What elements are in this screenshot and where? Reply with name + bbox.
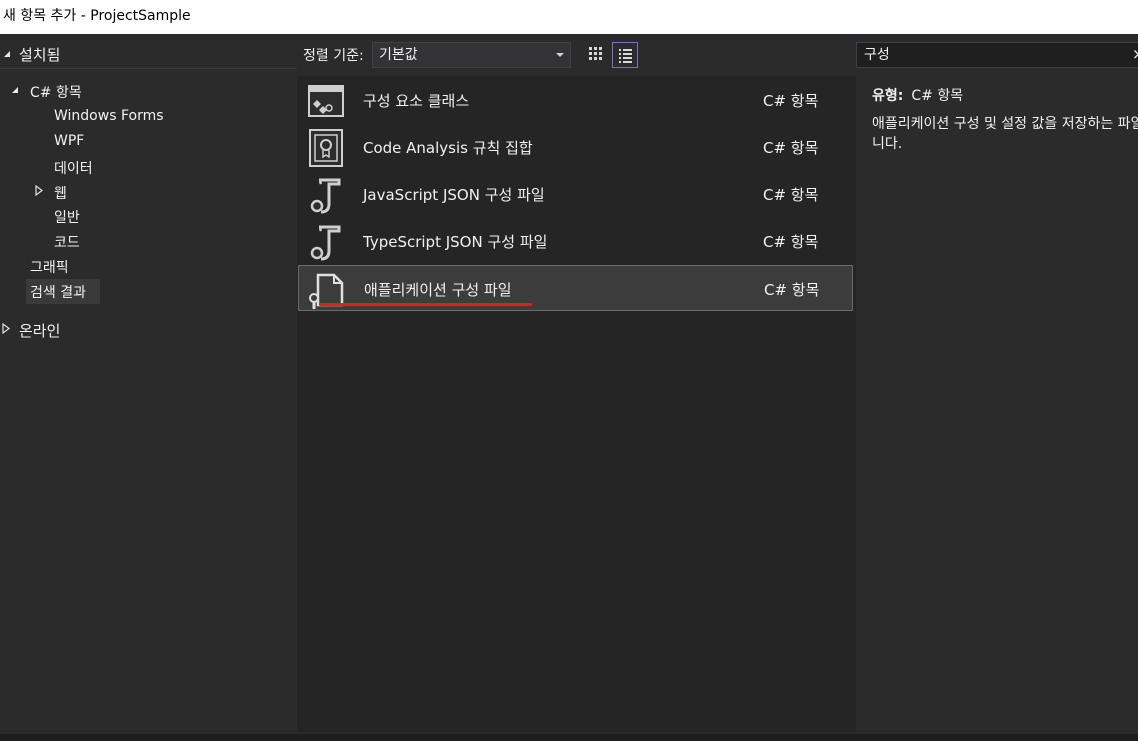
sort-toolbar: 정렬 기준: 기본값	[297, 34, 856, 76]
collapse-arrow-icon[interactable]	[4, 51, 10, 57]
item-category: C# 항목	[763, 92, 819, 110]
list-view-icon	[619, 49, 632, 63]
chevron-down-icon	[556, 53, 564, 57]
item-category: C# 항목	[763, 139, 819, 157]
installed-header[interactable]: 설치됨	[0, 38, 297, 68]
tree-node-search-results[interactable]: 검색 결과	[26, 279, 100, 304]
list-item-selected[interactable]: 애플리케이션 구성 파일 C# 항목	[298, 265, 853, 311]
json-config-icon	[310, 225, 341, 261]
tree-node-online[interactable]: 온라인	[0, 318, 297, 340]
tree-label: 온라인	[19, 322, 61, 340]
template-tree-pane: 설치됨 C# 항목 Windows Forms WPF 데이터 웹 일반 코드 …	[0, 34, 297, 734]
tree-node-general[interactable]: 일반	[54, 207, 80, 227]
item-name: JavaScript JSON 구성 파일	[363, 186, 545, 204]
search-value: 구성	[864, 47, 890, 63]
window-title: 새 항목 추가 - ProjectSample	[3, 8, 191, 24]
sort-label: 정렬 기준:	[303, 48, 364, 64]
list-item[interactable]: JavaScript JSON 구성 파일 C# 항목	[298, 171, 853, 217]
ruleset-icon	[309, 129, 343, 167]
item-name: 애플리케이션 구성 파일	[364, 281, 512, 299]
item-category: C# 항목	[763, 186, 819, 204]
tree-node-windows-forms[interactable]: Windows Forms	[54, 108, 164, 124]
tree-node-csharp[interactable]: C# 항목	[0, 80, 297, 102]
bottom-border	[0, 734, 1138, 741]
json-config-icon	[310, 178, 341, 214]
item-category: C# 항목	[763, 233, 819, 251]
list-item[interactable]: Code Analysis 규칙 집합 C# 항목	[298, 124, 853, 170]
details-pane: 구성 × 유형: C# 항목 애플리케이션 구성 및 설정 값을 저장하는 파일입…	[856, 34, 1138, 734]
item-description: 애플리케이션 구성 및 설정 값을 저장하는 파일입니다.	[872, 116, 1138, 152]
sort-dropdown[interactable]: 기본값	[372, 42, 571, 68]
search-input[interactable]: 구성	[856, 42, 1138, 68]
item-type: 유형: C# 항목	[872, 85, 963, 105]
list-view-button[interactable]	[612, 42, 638, 68]
item-name: Code Analysis 규칙 집합	[363, 139, 533, 157]
list-item[interactable]: 구성 요소 클래스 C# 항목	[298, 77, 853, 123]
expand-arrow-icon[interactable]	[2, 323, 10, 334]
item-category: C# 항목	[764, 281, 820, 299]
tree-node-code[interactable]: 코드	[54, 232, 80, 252]
type-value: C# 항목	[911, 88, 964, 104]
tree-node-wpf[interactable]: WPF	[54, 133, 84, 149]
item-name: TypeScript JSON 구성 파일	[363, 233, 548, 251]
highlight-underline	[319, 303, 532, 306]
collapse-arrow-icon[interactable]	[12, 87, 18, 93]
item-name: 구성 요소 클래스	[363, 92, 470, 110]
sort-value: 기본값	[379, 47, 418, 63]
title-bar: 새 항목 추가 - ProjectSample	[0, 0, 1138, 34]
component-class-icon	[308, 85, 344, 117]
type-label: 유형:	[872, 88, 904, 104]
divider	[0, 68, 297, 69]
tree-node-web[interactable]: 웹	[0, 180, 297, 202]
grid-view-icon	[589, 47, 602, 60]
tree-label: C# 항목	[30, 85, 82, 101]
template-list: 구성 요소 클래스 C# 항목 Code Analysis 규칙 집합 C# 항…	[297, 76, 856, 732]
expand-arrow-icon[interactable]	[35, 185, 43, 196]
tree-node-data[interactable]: 데이터	[54, 158, 93, 178]
grid-view-button[interactable]	[583, 42, 609, 68]
close-icon[interactable]: ×	[1132, 45, 1138, 63]
list-item[interactable]: TypeScript JSON 구성 파일 C# 항목	[298, 218, 853, 264]
tree-label: 검색 결과	[30, 285, 86, 301]
tree-node-graphics[interactable]: 그래픽	[30, 257, 69, 277]
installed-label: 설치됨	[19, 46, 61, 64]
tree-label: 웹	[54, 186, 67, 202]
